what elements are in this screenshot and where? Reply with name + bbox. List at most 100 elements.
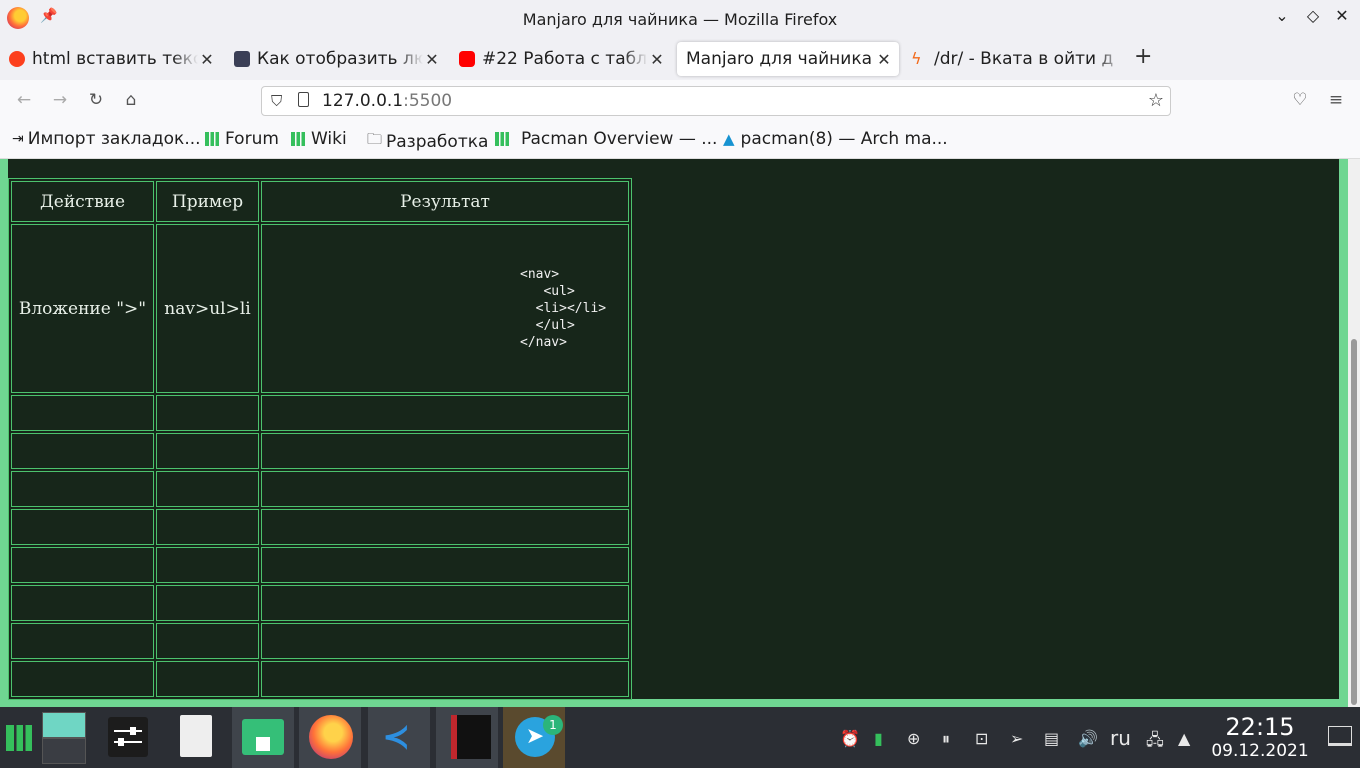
youtube-icon bbox=[459, 51, 475, 67]
bookmark-import[interactable]: ⇥ Импорт закладок... bbox=[12, 129, 201, 149]
show-desktop-icon[interactable] bbox=[1328, 726, 1352, 746]
tray-expand-icon[interactable]: ▲ bbox=[1178, 729, 1190, 748]
taskbar-app-editor[interactable] bbox=[436, 707, 498, 768]
url-bar[interactable]: ⛉ 127.0.0.1:5500 ☆ bbox=[261, 86, 1171, 116]
volume-icon[interactable]: 🔊 bbox=[1078, 729, 1098, 748]
minimize-icon[interactable]: ⌄ bbox=[1270, 6, 1294, 25]
web-icon bbox=[234, 51, 250, 67]
empty-cell bbox=[11, 547, 154, 583]
table-header-row: Действие Пример Результат bbox=[11, 181, 629, 222]
taskbar-vscode[interactable]: ≺ bbox=[368, 707, 430, 768]
table-row bbox=[11, 661, 629, 697]
empty-cell bbox=[261, 661, 629, 697]
bookmark-label: Разработка bbox=[386, 131, 489, 152]
empty-cell bbox=[11, 623, 154, 659]
tab-1[interactable]: html вставить текст ✕ bbox=[0, 42, 222, 76]
bookmark-star-icon[interactable]: ☆ bbox=[1148, 90, 1164, 111]
clock[interactable]: 22:15 09.12.2021 bbox=[1205, 713, 1315, 761]
back-button[interactable]: ← bbox=[12, 90, 36, 110]
menu-icon[interactable]: ≡ bbox=[1324, 90, 1348, 110]
empty-cell bbox=[261, 471, 629, 507]
bookmark-label: pacman(8) — Arch ma... bbox=[740, 129, 948, 149]
empty-cell bbox=[156, 623, 259, 659]
table-row bbox=[11, 433, 629, 469]
editor-app-icon bbox=[451, 715, 491, 759]
close-tab-icon[interactable]: ✕ bbox=[648, 50, 666, 69]
clipboard-icon[interactable]: ▤ bbox=[1044, 729, 1059, 748]
empty-cell bbox=[11, 433, 154, 469]
window-titlebar: 📌 Manjaro для чайника — Mozilla Firefox … bbox=[0, 0, 1360, 38]
folder-icon: 🗀 bbox=[367, 130, 383, 148]
tab-3[interactable]: #22 Работа с таблицами ✕ bbox=[450, 42, 672, 76]
shield-icon[interactable]: ⛉ bbox=[271, 92, 282, 110]
desktop-1[interactable] bbox=[42, 712, 86, 738]
bookmark-folder-development[interactable]: 🗀 Разработка bbox=[367, 129, 488, 154]
import-icon: ⇥ bbox=[12, 131, 24, 147]
table-row bbox=[11, 623, 629, 659]
terminal-icon[interactable]: ⊡ bbox=[975, 729, 988, 748]
url-text[interactable]: 127.0.0.1:5500 bbox=[322, 91, 452, 111]
keyboard-layout[interactable]: ru bbox=[1110, 726, 1131, 750]
tab-2[interactable]: Как отобразить любой ✕ bbox=[225, 42, 447, 76]
empty-cell bbox=[11, 509, 154, 545]
page-icon bbox=[298, 92, 309, 107]
firefox-icon bbox=[309, 715, 353, 759]
empty-cell bbox=[156, 509, 259, 545]
empty-cell bbox=[156, 433, 259, 469]
cell-action: Вложение ">" bbox=[11, 224, 154, 393]
reload-button[interactable]: ↻ bbox=[84, 90, 108, 110]
bookmark-pacman-overview[interactable]: Pacman Overview — ... bbox=[495, 129, 717, 149]
window-title: Manjaro для чайника — Mozilla Firefox bbox=[522, 10, 838, 29]
telegram-tray-icon[interactable]: ➢ bbox=[1010, 729, 1023, 748]
taskbar-firefox[interactable] bbox=[299, 707, 361, 768]
arch-icon: ▲ bbox=[723, 130, 735, 148]
bookmark-label: Pacman Overview — ... bbox=[521, 129, 718, 149]
taskbar-telegram[interactable]: ➤ 1 bbox=[503, 707, 565, 768]
settings-icon bbox=[108, 717, 148, 757]
close-window-icon[interactable]: ✕ bbox=[1330, 6, 1354, 25]
update-icon[interactable]: ⊕ bbox=[907, 729, 920, 748]
manjaro-menu-icon[interactable] bbox=[6, 725, 32, 751]
taskbar-text-file[interactable] bbox=[165, 707, 227, 768]
empty-cell bbox=[261, 509, 629, 545]
page-scrollbar[interactable] bbox=[1348, 159, 1360, 707]
taskbar-settings[interactable] bbox=[98, 707, 160, 768]
close-tab-icon[interactable]: ✕ bbox=[875, 50, 893, 69]
clock-time: 22:15 bbox=[1225, 713, 1295, 741]
manjaro-tray-icon[interactable]: ▮ bbox=[874, 729, 883, 748]
empty-cell bbox=[261, 395, 629, 431]
new-tab-button[interactable]: + bbox=[1134, 44, 1152, 69]
table-row bbox=[11, 395, 629, 431]
alarm-icon[interactable]: ⏰ bbox=[840, 729, 860, 748]
tab-label: #22 Работа с таблицами bbox=[482, 49, 648, 69]
tab-4-active[interactable]: Manjaro для чайника ✕ bbox=[677, 42, 899, 76]
empty-cell bbox=[11, 661, 154, 697]
empty-cell bbox=[261, 433, 629, 469]
empty-cell bbox=[11, 471, 154, 507]
file-icon bbox=[180, 715, 212, 757]
virtual-desktops-pager[interactable] bbox=[42, 712, 86, 764]
close-tab-icon[interactable]: ✕ bbox=[198, 50, 216, 69]
network-icon[interactable]: 🖧 bbox=[1146, 729, 1164, 756]
empty-cell bbox=[156, 471, 259, 507]
manjaro-icon bbox=[291, 132, 305, 146]
home-button[interactable]: ⌂ bbox=[119, 90, 143, 110]
table-row: Вложение ">" nav>ul>li <nav> <ul> <li></… bbox=[11, 224, 629, 393]
taskbar-file-manager[interactable] bbox=[232, 707, 294, 768]
scrollbar-thumb[interactable] bbox=[1351, 339, 1357, 705]
tab-5[interactable]: ϟ /dr/ - Вката в ойти д bbox=[902, 42, 1124, 76]
desktop-2[interactable] bbox=[42, 738, 86, 764]
bookmark-pacman-arch[interactable]: ▲ pacman(8) — Arch ma... bbox=[723, 129, 948, 149]
cell-example: nav>ul>li bbox=[156, 224, 259, 393]
empty-cell bbox=[261, 547, 629, 583]
bookmark-forum[interactable]: Forum bbox=[205, 129, 279, 149]
pause-icon[interactable]: ⏸ bbox=[942, 729, 950, 749]
forward-button[interactable]: → bbox=[48, 90, 72, 110]
pocket-icon[interactable]: ♡ bbox=[1288, 90, 1312, 110]
table-row bbox=[11, 509, 629, 545]
manjaro-icon bbox=[205, 132, 219, 146]
close-tab-icon[interactable]: ✕ bbox=[423, 50, 441, 69]
empty-cell bbox=[156, 585, 259, 621]
maximize-icon[interactable]: ◇ bbox=[1301, 6, 1325, 25]
bookmark-wiki[interactable]: Wiki bbox=[291, 129, 347, 149]
